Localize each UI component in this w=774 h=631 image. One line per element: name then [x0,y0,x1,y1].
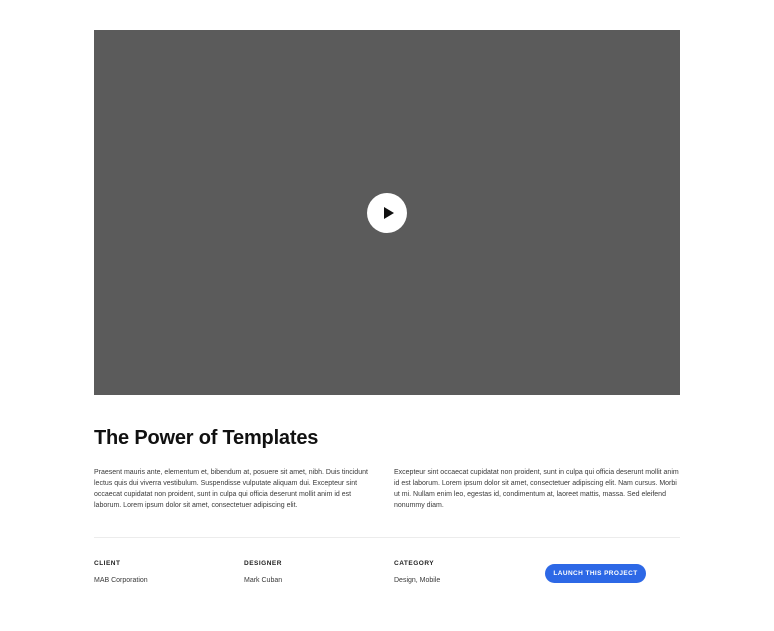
play-icon [383,207,394,219]
designer-label: DESIGNER [244,560,282,567]
project-title: The Power of Templates [94,427,319,449]
video-player[interactable] [94,30,680,395]
project-page: The Power of Templates Praesent mauris a… [0,0,774,631]
client-value: MAB Corporation [94,577,148,584]
client-meta: CLIENT MAB Corporation [94,559,234,586]
category-meta: CATEGORY Design, Mobile [394,559,534,586]
play-button[interactable] [367,193,407,233]
description-right: Excepteur sint occaecat cupidatat non pr… [394,469,679,509]
category-label: CATEGORY [394,560,435,567]
client-label: CLIENT [94,560,121,567]
description-left: Praesent mauris ante, elementum et, bibe… [94,469,368,509]
designer-meta: DESIGNER Mark Cuban [244,559,384,586]
category-value: Design, Mobile [394,577,441,584]
launch-project-button[interactable]: LAUNCH THIS PROJECT [545,564,646,583]
divider [94,537,680,538]
designer-value: Mark Cuban [244,577,283,584]
